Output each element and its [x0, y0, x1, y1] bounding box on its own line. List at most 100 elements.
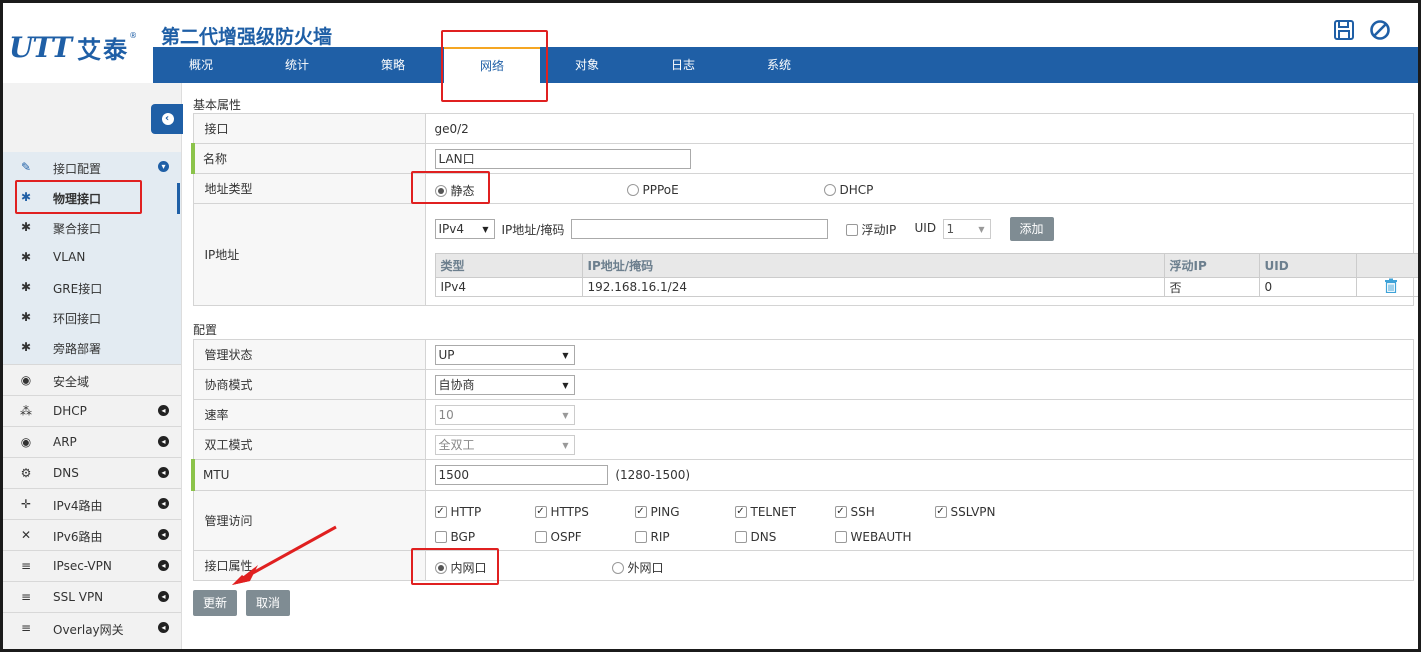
list-icon: ≡ — [20, 621, 32, 635]
selected-indicator — [177, 183, 180, 214]
sidebar-item-vlan[interactable]: ✱ VLAN — [3, 242, 181, 272]
ip-version-select[interactable]: IPv4 — [434, 219, 495, 239]
checkbox-icon: ✓ — [734, 505, 747, 518]
trash-icon[interactable] — [1384, 278, 1398, 294]
duplex-select[interactable]: 全双工 — [434, 434, 575, 455]
checkbox-icon: ✓ — [534, 505, 547, 518]
mgmt-http-checkbox[interactable]: ✓ HTTP — [434, 504, 481, 519]
sidebar-item-ipv6-route[interactable]: ✕ IPv6路由 ◂ — [3, 519, 181, 550]
add-ip-button[interactable]: 添加 — [1009, 217, 1054, 241]
cancel-button[interactable]: 取消 — [246, 590, 290, 616]
tab-system[interactable]: 系统 — [731, 47, 827, 83]
sidebar-item-gre[interactable]: ✱ GRE接口 — [3, 272, 181, 302]
checkbox-icon: ✓ — [634, 505, 647, 518]
config-form: 管理状态 UP 协商模式 自协商 速率 10 双工模式 全双工 MTU 1500… — [191, 339, 1414, 581]
app-window: UTT 艾泰 ® 第二代增强级防火墙 概况 统计 策略 网络 对象 日志 系统 … — [0, 0, 1421, 652]
mgmt-ping-checkbox[interactable]: ✓ PING — [634, 504, 680, 519]
float-ip-checkbox[interactable]: 浮动IP — [845, 221, 896, 238]
mgmt-webauth-checkbox[interactable]: WEBAUTH — [834, 529, 912, 544]
tab-statistics[interactable]: 统计 — [249, 47, 345, 83]
sidebar-item-ssl-vpn[interactable]: ≡ SSL VPN ◂ — [3, 581, 181, 612]
disable-icon[interactable] — [1369, 19, 1391, 41]
sidebar-item-arp[interactable]: ◉ ARP ◂ — [3, 426, 181, 457]
sidebar-item-overlay-gateway[interactable]: ≡ Overlay网关 ◂ — [3, 612, 181, 643]
tab-network[interactable]: 网络 — [444, 47, 540, 83]
ip-table-header-float: 浮动IP — [1163, 253, 1260, 278]
ip-table-header-type: 类型 — [434, 253, 583, 278]
chevron-down-icon: ▾ — [158, 161, 169, 172]
name-input[interactable]: LAN口 — [434, 148, 691, 169]
sidebar-item-bypass[interactable]: ✱ 旁路部署 — [3, 332, 181, 362]
table-row: IPv4 192.168.16.1/24 否 0 — [434, 277, 1418, 297]
negotiation-label: 协商模式 — [192, 369, 426, 400]
sidebar-item-label: 旁路部署 — [53, 342, 102, 356]
radio-icon — [626, 183, 639, 196]
chevron-left-icon: ◂ — [158, 529, 169, 540]
ip-row-ip: 192.168.16.1/24 — [581, 277, 1165, 297]
header: UTT 艾泰 ® 第二代增强级防火墙 概况 统计 策略 网络 对象 日志 系统 — [3, 3, 1418, 83]
interface-value: ge0/2 — [424, 113, 1414, 144]
mgmt-ospf-checkbox[interactable]: OSPF — [534, 529, 582, 544]
section-title-config: 配置 — [193, 323, 218, 337]
sidebar-item-label: 环回接口 — [53, 312, 102, 326]
mgmt-rip-checkbox[interactable]: RIP — [634, 529, 670, 544]
checkbox-icon: ✓ — [434, 505, 447, 518]
mtu-input[interactable]: 1500 — [434, 465, 608, 485]
address-type-label: 地址类型 — [192, 173, 426, 204]
tab-objects[interactable]: 对象 — [539, 47, 635, 83]
chevron-left-icon: ◂ — [158, 498, 169, 509]
uid-label: UID — [914, 221, 937, 235]
sidebar-item-label: Overlay网关 — [53, 623, 124, 637]
sidebar-item-aggregate-interface[interactable]: ✱ 聚合接口 — [3, 212, 181, 242]
sidebar-item-security-zone[interactable]: ◉ 安全域 — [3, 364, 181, 395]
ip-address-label: IP地址 — [192, 203, 426, 306]
sidebar-item-label: IPv6路由 — [53, 530, 103, 544]
tab-overview[interactable]: 概况 — [153, 47, 249, 83]
mgmt-sslvpn-checkbox[interactable]: ✓ SSLVPN — [934, 504, 996, 519]
chevron-left-icon: ◂ — [158, 591, 169, 602]
ip-table: 类型 IP地址/掩码 浮动IP UID IPv4 192.168.16.1/24… — [434, 253, 1418, 297]
sidebar-item-label: IPv4路由 — [53, 499, 103, 513]
if-attr-lan-radio[interactable]: 内网口 — [434, 559, 487, 576]
list-icon: ≡ — [20, 590, 32, 604]
ip-row-uid: 0 — [1258, 277, 1357, 297]
update-button[interactable]: 更新 — [193, 590, 237, 616]
address-type-dhcp[interactable]: DHCP — [823, 182, 873, 197]
sidebar-item-physical-interface[interactable]: ✱ 物理接口 — [3, 182, 181, 212]
tab-logs[interactable]: 日志 — [635, 47, 731, 83]
sidebar-item-interface-config[interactable]: ✎ 接口配置 ▾ — [3, 152, 181, 182]
cogs-icon: ⚙ — [20, 466, 32, 480]
mgmt-ssh-checkbox[interactable]: ✓ SSH — [834, 504, 875, 519]
negotiation-select[interactable]: 自协商 — [434, 374, 575, 395]
if-attr-wan-radio[interactable]: 外网口 — [611, 559, 664, 576]
sidebar-item-dns[interactable]: ⚙ DNS ◂ — [3, 457, 181, 488]
address-type-pppoe[interactable]: PPPoE — [626, 182, 679, 197]
mgmt-https-checkbox[interactable]: ✓ HTTPS — [534, 504, 589, 519]
ip-table-header-action — [1355, 253, 1418, 278]
sidebar-item-label: 物理接口 — [53, 192, 102, 206]
tab-policy[interactable]: 策略 — [345, 47, 441, 83]
sidebar-item-ipv4-route[interactable]: ✛ IPv4路由 ◂ — [3, 488, 181, 519]
uid-select[interactable]: 1 — [942, 219, 991, 239]
sidebar-item-ipsec-vpn[interactable]: ≡ IPsec-VPN ◂ — [3, 550, 181, 581]
sidebar-collapse-button[interactable]: ‹ — [151, 104, 183, 134]
rate-select[interactable]: 10 — [434, 404, 575, 425]
radio-icon — [823, 183, 836, 196]
sidebar-item-dhcp[interactable]: ⁂ DHCP ◂ — [3, 395, 181, 426]
address-type-static[interactable]: 静态 — [434, 182, 475, 199]
mgmt-bgp-checkbox[interactable]: BGP — [434, 529, 475, 544]
sidebar-item-loopback[interactable]: ✱ 环回接口 — [3, 302, 181, 332]
mgmt-telnet-checkbox[interactable]: ✓ TELNET — [734, 504, 796, 519]
save-icon[interactable] — [1333, 19, 1355, 41]
app-title: 第二代增强级防火墙 — [161, 26, 333, 48]
sidebar-item-label: IPsec-VPN — [53, 559, 112, 573]
section-title-basic: 基本属性 — [193, 98, 242, 112]
arrows-icon: ✛ — [20, 497, 32, 511]
mgmt-dns-checkbox[interactable]: DNS — [734, 529, 776, 544]
ip-mask-input[interactable] — [570, 219, 828, 239]
basic-form: 接口 ge0/2 名称 LAN口 地址类型 静态 PPPoE DHCP IP地址… — [191, 113, 1418, 306]
plug-icon: ✎ — [20, 160, 32, 174]
admin-state-select[interactable]: UP — [434, 344, 575, 365]
globe-icon: ◉ — [20, 435, 32, 449]
logo: UTT 艾泰 ® — [9, 29, 137, 65]
